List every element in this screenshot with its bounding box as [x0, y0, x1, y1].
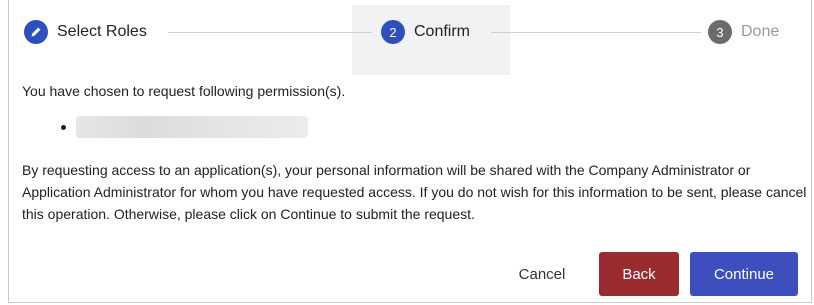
confirm-request-dialog: Select Roles 2 Confirm 3 Done You have c…	[8, 0, 812, 303]
cancel-button[interactable]: Cancel	[504, 254, 580, 294]
pencil-icon	[24, 20, 48, 44]
step-connector	[491, 32, 701, 33]
step-label: Done	[741, 23, 780, 40]
step-select-roles: Select Roles	[24, 20, 147, 44]
continue-button[interactable]: Continue	[690, 252, 798, 296]
step-number: 3	[708, 20, 732, 44]
wizard-stepper: Select Roles 2 Confirm 3 Done	[9, 0, 813, 76]
list-item	[61, 116, 308, 138]
step-connector	[168, 32, 372, 33]
redacted-permission	[76, 116, 308, 138]
step-number: 2	[381, 20, 405, 44]
step-done: 3 Done	[708, 20, 779, 44]
intro-text: You have chosen to request following per…	[22, 83, 346, 99]
step-label: Confirm	[414, 23, 471, 40]
permission-list	[61, 116, 308, 138]
bullet	[61, 124, 66, 130]
privacy-disclaimer: By requesting access to an application(s…	[22, 162, 807, 222]
back-button[interactable]: Back	[599, 252, 679, 296]
step-confirm: 2 Confirm	[381, 20, 470, 44]
step-label: Select Roles	[57, 23, 147, 40]
